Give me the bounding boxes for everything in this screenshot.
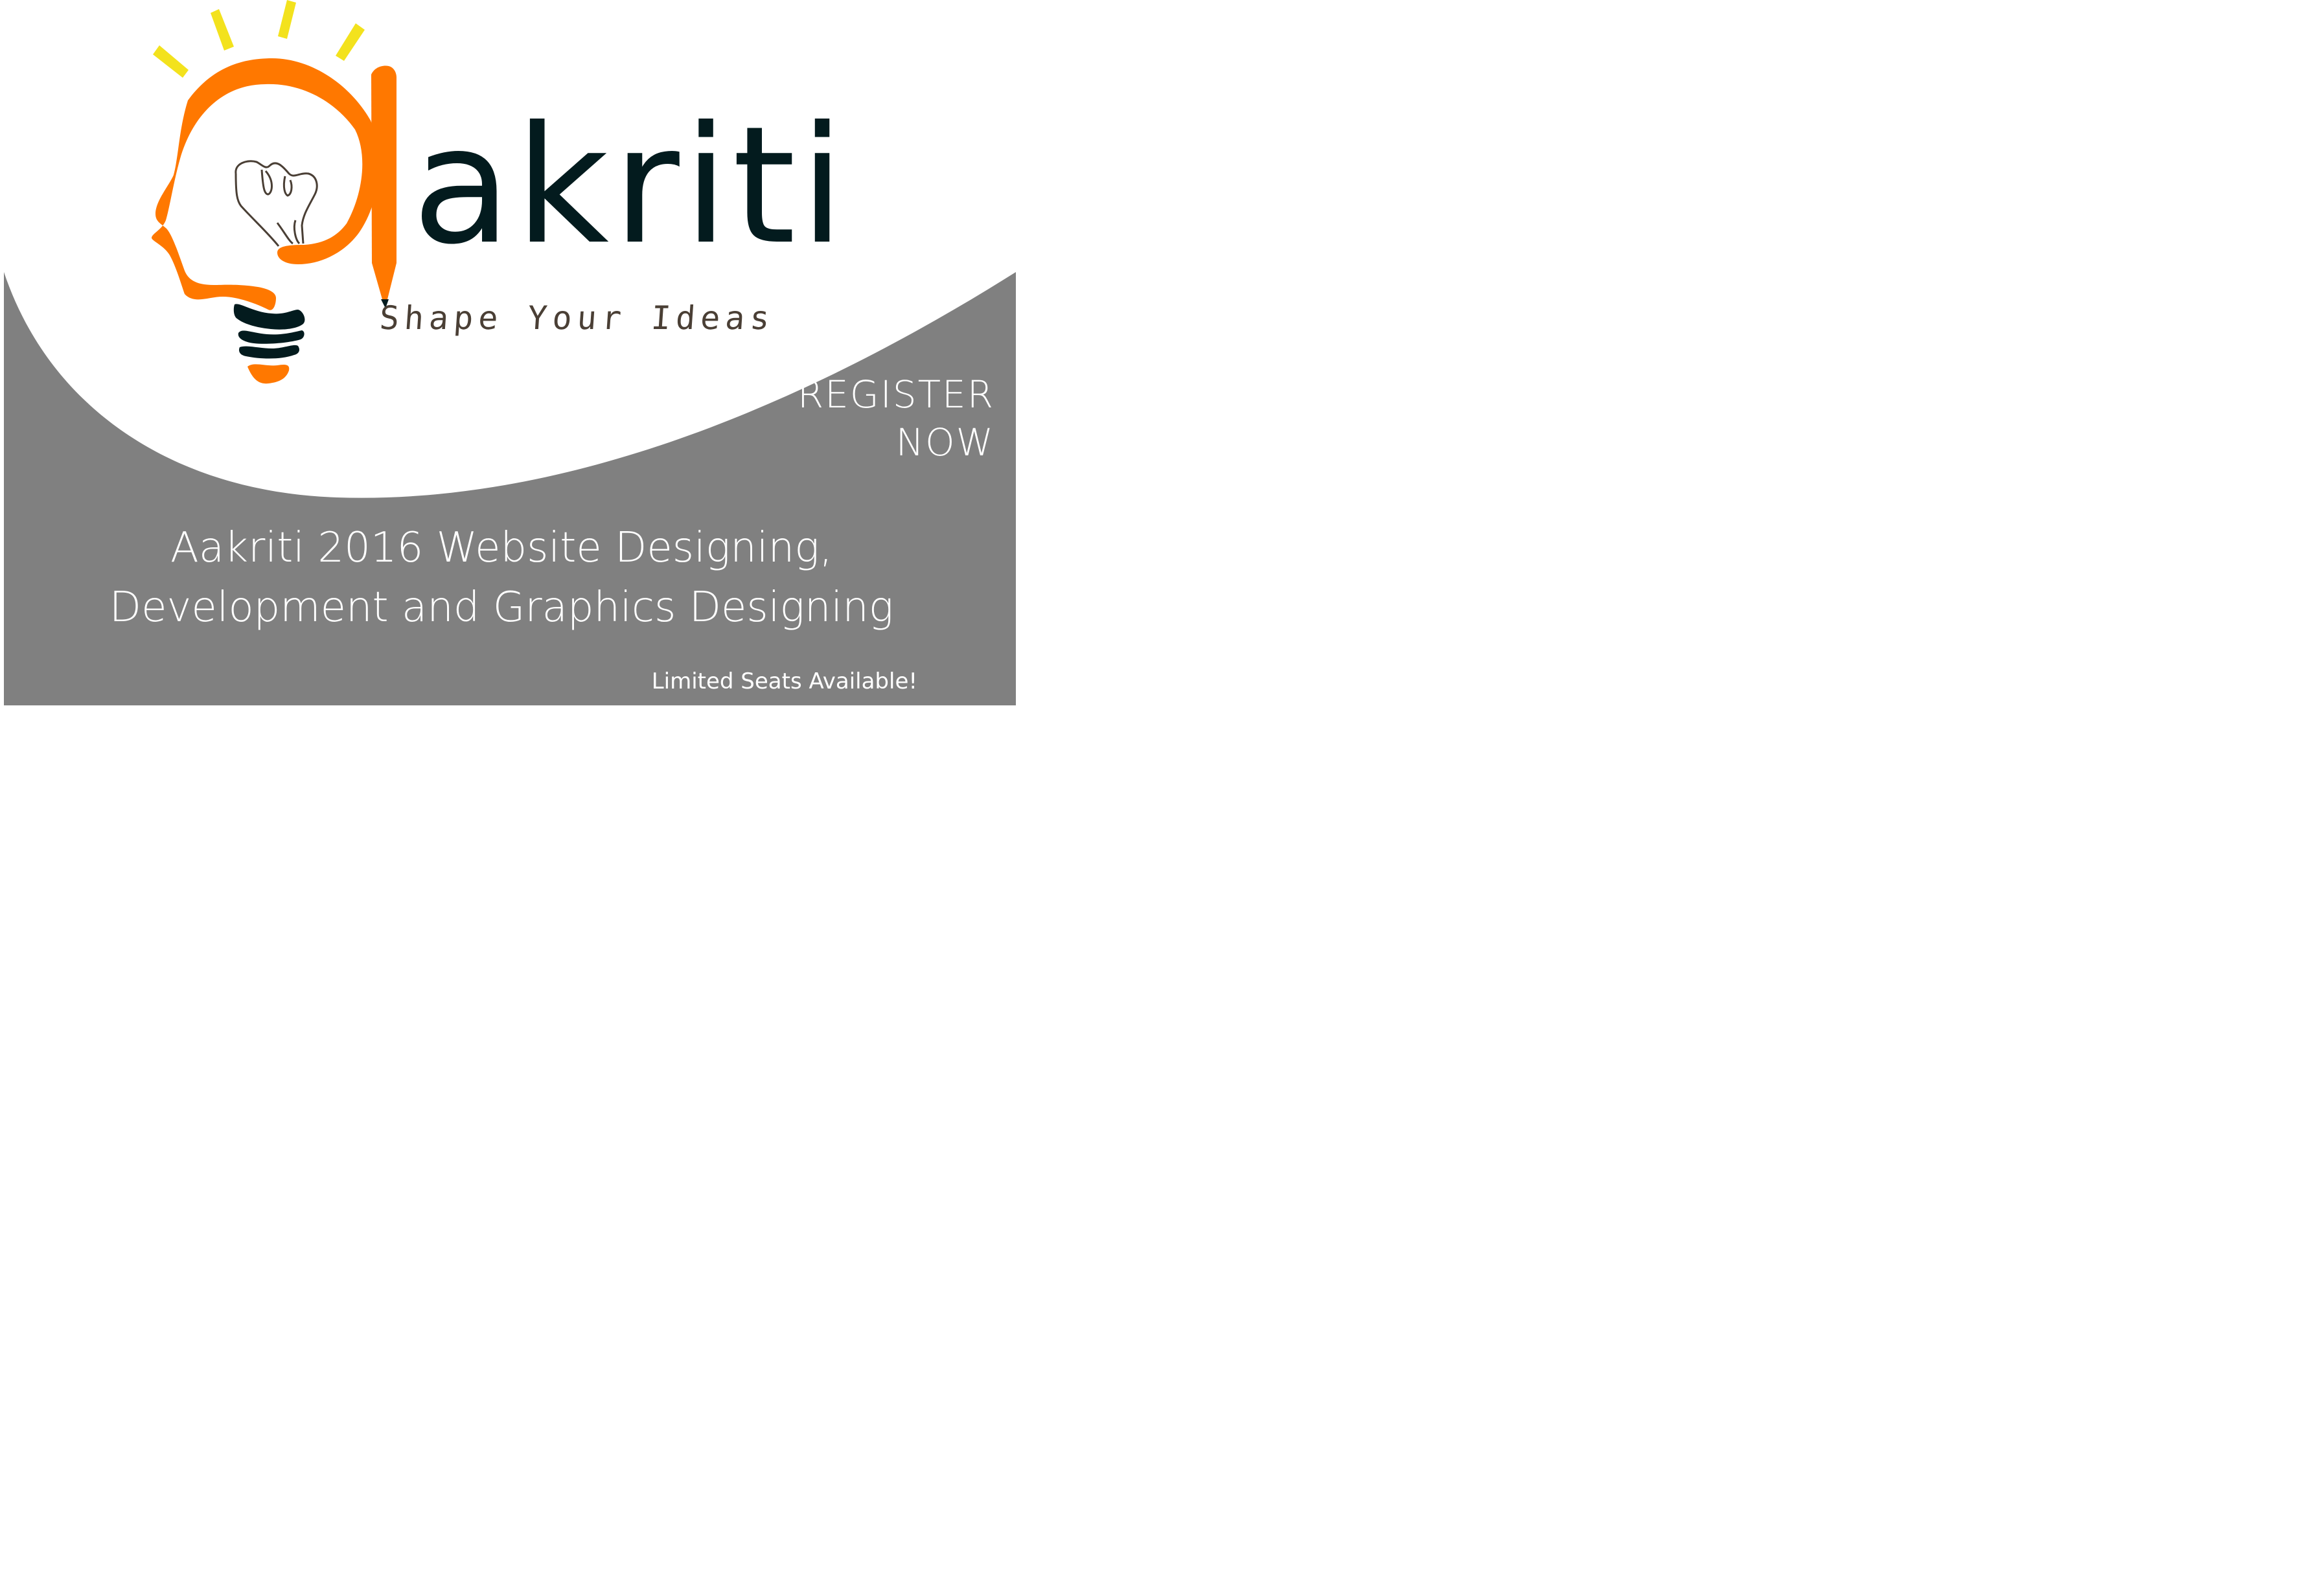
register-label: REGISTER <box>797 372 994 416</box>
event-headline: Aakriti 2016 Website Designing, Developm… <box>0 518 1003 637</box>
brand-tagline: Shape Your Ideas <box>378 299 776 337</box>
pencil-icon <box>371 65 396 300</box>
register-now-cta[interactable]: REGISTER NOW <box>798 370 994 466</box>
flyer: akriti Shape Your Ideas REGISTER NOW Aak… <box>0 0 1016 705</box>
brand-wordmark: akriti <box>412 91 849 280</box>
limited-seats-note: Limited Seats Available! <box>651 668 917 694</box>
lightbulb-head-icon <box>152 58 396 310</box>
brain-icon <box>235 160 318 247</box>
bulb-base-icon <box>233 304 305 384</box>
headline-line-2: Development and Graphics Designing <box>109 584 894 632</box>
headline-line-1: Aakriti 2016 Website Designing, <box>170 524 833 572</box>
now-label: NOW <box>895 420 994 464</box>
